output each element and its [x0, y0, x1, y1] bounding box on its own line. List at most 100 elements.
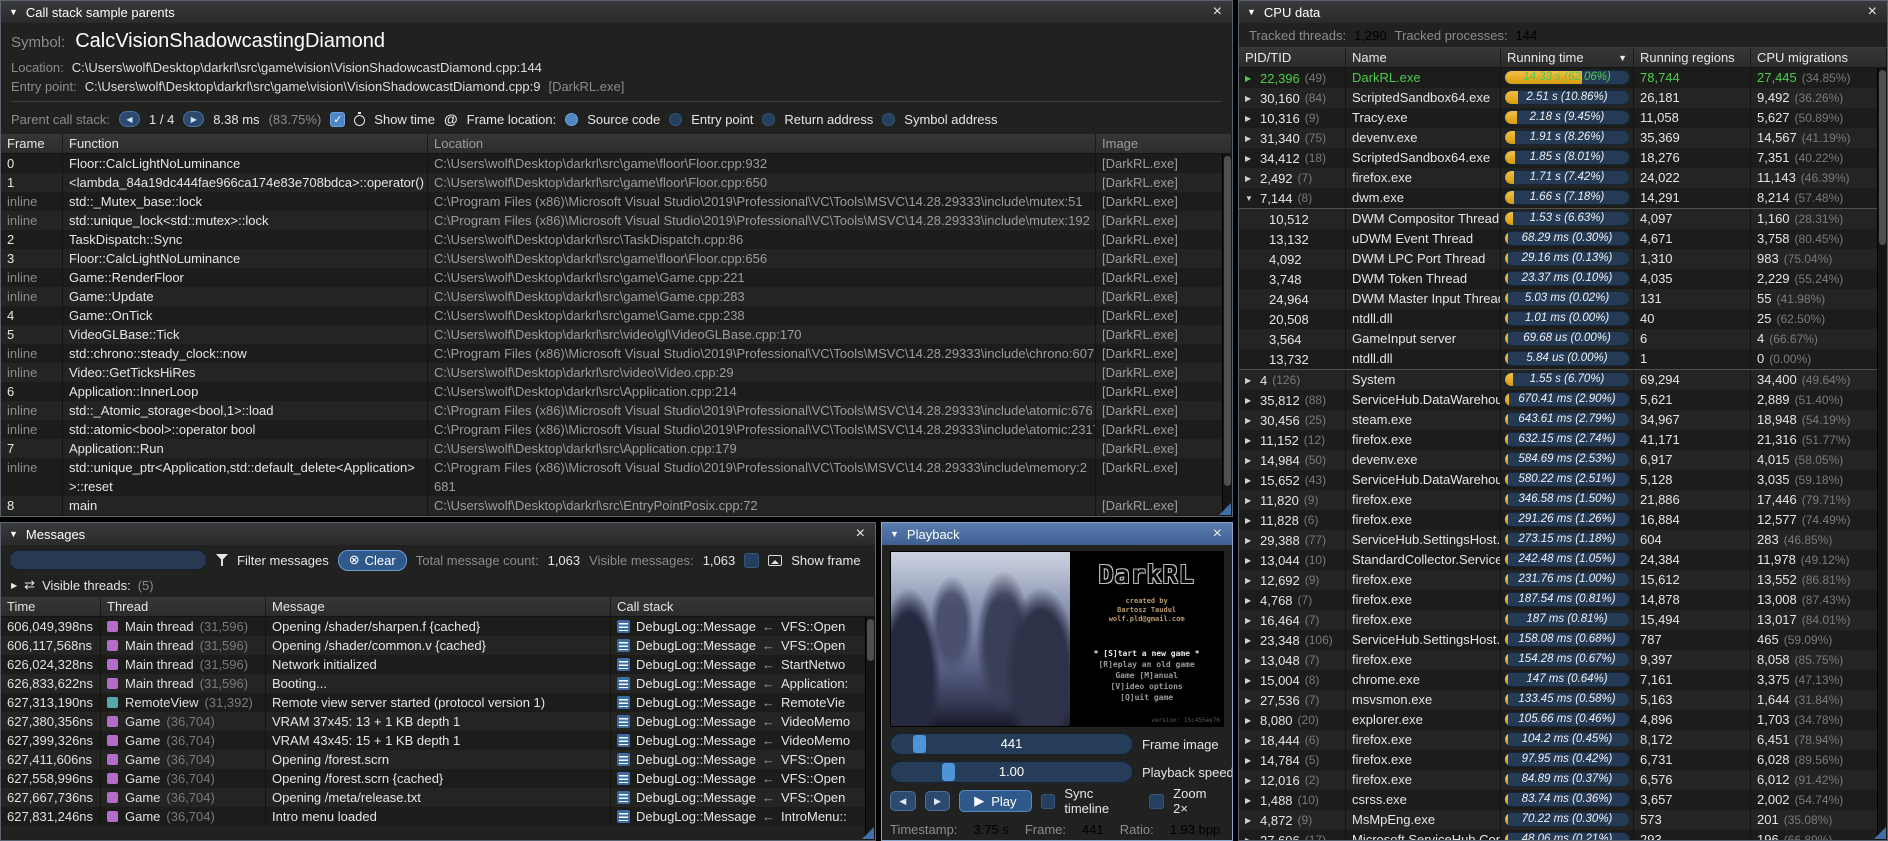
show-time-checkbox[interactable]: ✓ — [330, 112, 345, 127]
message-row[interactable]: 626,833,622nsMain thread(31,596)Booting.… — [1, 674, 875, 693]
message-row[interactable]: 626,024,328nsMain thread(31,596)Network … — [1, 655, 875, 674]
expand-arrow-icon[interactable]: ▶ — [1245, 771, 1255, 790]
filter-input[interactable] — [9, 550, 207, 570]
process-row[interactable]: ▶30,456(25)steam.exe643.61 ms (2.79%)34,… — [1239, 410, 1887, 430]
cpu-titlebar[interactable]: ▼ CPU data × — [1239, 1, 1887, 23]
callstack-list-icon[interactable] — [617, 753, 630, 766]
callstack-row[interactable]: inlineVideo::GetTicksHiResC:\Users\wolf\… — [1, 363, 1232, 382]
message-row[interactable]: 627,831,246nsGame(36,704)Intro menu load… — [1, 807, 875, 826]
callstack-row[interactable]: 6Application::InnerLoopC:\Users\wolf\Des… — [1, 382, 1232, 401]
expand-arrow-icon[interactable]: ▶ — [1245, 511, 1255, 530]
column-header-pid-tid[interactable]: PID/TID — [1239, 48, 1346, 68]
process-row[interactable]: ▶12,016(2)firefox.exe84.89 ms (0.37%)6,5… — [1239, 770, 1887, 790]
process-row[interactable]: ▶15,004(8)chrome.exe147 ms (0.64%)7,1613… — [1239, 670, 1887, 690]
frame-image-slider[interactable]: 441 — [890, 733, 1133, 755]
callstack-list-icon[interactable] — [617, 639, 630, 652]
callstack-row[interactable]: inlineinvoke_maind:\agent\_work\63\s\src… — [1, 515, 1232, 516]
process-row[interactable]: ▼7,144(8)dwm.exe1.66 s (7.18%)14,2918,21… — [1239, 188, 1887, 208]
process-row[interactable]: ▶35,812(88)ServiceHub.DataWarehouseHost.… — [1239, 390, 1887, 410]
process-row[interactable]: ▶11,152(12)firefox.exe632.15 ms (2.74%)4… — [1239, 430, 1887, 450]
callstack-row[interactable]: 1<lambda_84a19dc444fae966ca174e83e708bdc… — [1, 173, 1232, 192]
message-row[interactable]: 627,313,190nsRemoteView(31,392)Remote vi… — [1, 693, 875, 712]
callstack-scrollbar[interactable] — [1222, 154, 1232, 516]
process-row[interactable]: ▶18,444(6)firefox.exe104.2 ms (0.45%)8,1… — [1239, 730, 1887, 750]
collapse-icon[interactable]: ▼ — [890, 529, 899, 539]
radio-entry-point-label[interactable]: Entry point — [691, 112, 753, 127]
callstack-list-icon[interactable] — [617, 791, 630, 804]
process-row[interactable]: ▶14,984(50)devenv.exe584.69 ms (2.53%)6,… — [1239, 450, 1887, 470]
radio-symbol-address[interactable] — [882, 113, 895, 126]
expand-arrow-icon[interactable]: ▶ — [1245, 791, 1255, 810]
expand-arrow-icon[interactable]: ▶ — [1245, 671, 1255, 690]
radio-return-address-label[interactable]: Return address — [784, 112, 873, 127]
process-row[interactable]: ▶4(126)System1.55 s (6.70%)69,29434,400(… — [1239, 369, 1887, 390]
column-header-running-time[interactable]: Running time▼ — [1501, 48, 1634, 68]
callstack-row[interactable]: inlinestd::_Mutex_base::lockC:\Program F… — [1, 192, 1232, 211]
process-row[interactable]: ▶15,652(43)ServiceHub.DataWarehouseHost.… — [1239, 470, 1887, 490]
expand-arrow-icon[interactable]: ▶ — [1245, 471, 1255, 490]
process-row[interactable]: ▶23,348(106)ServiceHub.SettingsHost.exe1… — [1239, 630, 1887, 650]
callstack-list-icon[interactable] — [617, 658, 630, 671]
collapse-icon[interactable]: ▼ — [9, 7, 18, 17]
clear-button[interactable]: ⊗Clear — [338, 550, 407, 571]
expand-arrow-icon[interactable]: ▶ — [1245, 631, 1255, 650]
next-callstack-button[interactable]: ▶ — [183, 111, 204, 127]
message-row[interactable]: 627,399,326nsGame(36,704)VRAM 43x45: 15 … — [1, 731, 875, 750]
process-row[interactable]: ▶29,388(77)ServiceHub.SettingsHost.exe27… — [1239, 530, 1887, 550]
process-row[interactable]: ▶4,768(7)firefox.exe187.54 ms (0.81%)14,… — [1239, 590, 1887, 610]
process-row[interactable]: ▶11,820(9)firefox.exe346.58 ms (1.50%)21… — [1239, 490, 1887, 510]
radio-entry-point[interactable] — [669, 113, 682, 126]
messages-scrollbar[interactable] — [865, 617, 875, 840]
callstack-row[interactable]: 8mainC:\Users\wolf\Desktop\darkrl\src\En… — [1, 496, 1232, 515]
process-row[interactable]: ▶27,536(7)msvsmon.exe133.45 ms (0.58%)5,… — [1239, 690, 1887, 710]
close-icon[interactable]: × — [854, 526, 867, 542]
process-row[interactable]: ▶22,396(49)DarkRL.exe14.33 s (62.06%)78,… — [1239, 68, 1887, 88]
process-row[interactable]: ▶4,872(9)MsMpEng.exe70.22 ms (0.30%)5732… — [1239, 810, 1887, 830]
close-icon[interactable]: × — [1211, 4, 1224, 20]
process-row[interactable]: 20,508ntdll.dll1.01 ms (0.00%)4025(62.50… — [1239, 309, 1887, 329]
radio-source-code-label[interactable]: Source code — [587, 112, 660, 127]
callstack-row[interactable]: 4Game::OnTickC:\Users\wolf\Desktop\darkr… — [1, 306, 1232, 325]
process-row[interactable]: ▶34,412(18)ScriptedSandbox64.exe1.85 s (… — [1239, 148, 1887, 168]
message-row[interactable]: 627,411,606nsGame(36,704)Opening /forest… — [1, 750, 875, 769]
collapse-icon[interactable]: ▼ — [1247, 7, 1256, 17]
prev-callstack-button[interactable]: ◀ — [119, 111, 140, 127]
expand-arrow-icon[interactable]: ▶ — [1245, 431, 1255, 450]
process-row[interactable]: ▶1,488(10)csrss.exe83.74 ms (0.36%)3,657… — [1239, 790, 1887, 810]
process-row[interactable]: ▶2,492(7)firefox.exe1.71 s (7.42%)24,022… — [1239, 168, 1887, 188]
expand-arrow-icon[interactable]: ▶ — [1245, 69, 1255, 88]
messages-titlebar[interactable]: ▼ Messages × — [1, 523, 875, 545]
radio-symbol-address-label[interactable]: Symbol address — [904, 112, 997, 127]
resize-grip[interactable] — [1219, 503, 1231, 515]
callstack-row[interactable]: inlinestd::unique_ptr<Application,std::d… — [1, 458, 1232, 496]
callstack-titlebar[interactable]: ▼ Call stack sample parents × — [1, 1, 1232, 23]
expand-arrow-icon[interactable]: ▶ — [1245, 531, 1255, 550]
callstack-row[interactable]: 2TaskDispatch::SyncC:\Users\wolf\Desktop… — [1, 230, 1232, 249]
process-row[interactable]: 3,748DWM Token Thread23.37 ms (0.10%)4,0… — [1239, 269, 1887, 289]
expand-arrow-icon[interactable]: ▶ — [1245, 651, 1255, 670]
expand-arrow-icon[interactable]: ▶ — [1245, 751, 1255, 770]
process-row[interactable]: 13,732ntdll.dll5.84 us (0.00%)10(0.00%) — [1239, 349, 1887, 369]
expand-arrow-icon[interactable]: ▶ — [1245, 129, 1255, 148]
process-row[interactable]: 13,132uDWM Event Thread68.29 ms (0.30%)4… — [1239, 229, 1887, 249]
expand-arrow-icon[interactable]: ▶ — [1245, 571, 1255, 590]
process-row[interactable]: ▶12,692(9)firefox.exe231.76 ms (1.00%)15… — [1239, 570, 1887, 590]
callstack-row[interactable]: inlinestd::unique_lock<std::mutex>::lock… — [1, 211, 1232, 230]
process-row[interactable]: ▶31,340(75)devenv.exe1.91 s (8.26%)35,36… — [1239, 128, 1887, 148]
expand-arrow-icon[interactable]: ▶ — [1245, 169, 1255, 188]
callstack-list-icon[interactable] — [617, 620, 630, 633]
scrollbar-thumb[interactable] — [867, 619, 874, 661]
message-row[interactable]: 627,380,356nsGame(36,704)VRAM 37x45: 13 … — [1, 712, 875, 731]
step-back-button[interactable]: ◀ — [890, 791, 916, 811]
frame-slider-handle[interactable] — [913, 735, 926, 753]
visible-threads-label[interactable]: Visible threads: — [42, 578, 131, 593]
sync-timeline-checkbox[interactable] — [1041, 794, 1056, 809]
scrollbar-thumb[interactable] — [1879, 70, 1886, 245]
expand-arrow-icon[interactable]: ▶ — [1245, 731, 1255, 750]
expand-arrow-icon[interactable]: ▶ — [1245, 711, 1255, 730]
process-row[interactable]: 24,964DWM Master Input Thread5.03 ms (0.… — [1239, 289, 1887, 309]
callstack-list-icon[interactable] — [617, 677, 630, 690]
process-row[interactable]: ▶13,048(7)firefox.exe154.28 ms (0.67%)9,… — [1239, 650, 1887, 670]
expand-arrow-icon[interactable]: ▶ — [1245, 491, 1255, 510]
column-header-running-regions[interactable]: Running regions — [1634, 48, 1751, 68]
